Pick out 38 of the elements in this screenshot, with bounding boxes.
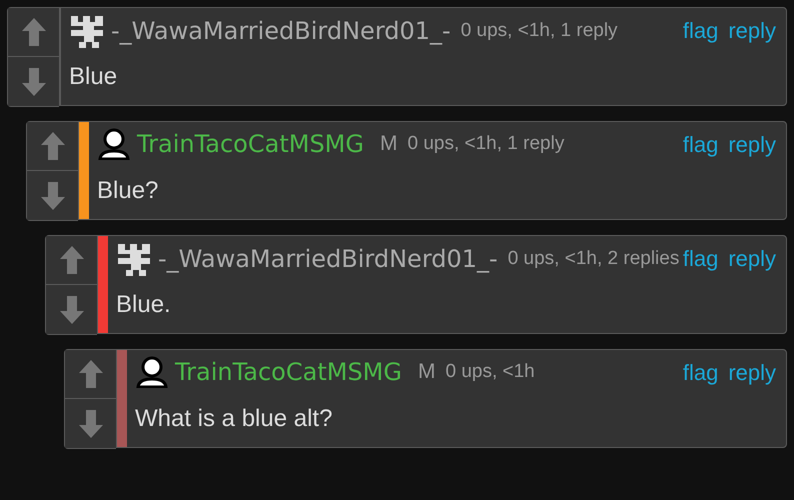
comment-meta: 0 ups, <1h, 1 reply [407,133,564,155]
mod-label: M [418,360,436,384]
comment-meta: 0 ups, <1h, 1 reply [460,20,618,42]
flag-link[interactable]: flag [682,246,718,272]
user-avatar-icon [97,128,131,160]
arrow-down-icon [20,66,46,96]
upvote-button[interactable] [8,8,59,57]
reply-link[interactable]: reply [728,132,776,158]
upvote-button[interactable] [65,350,116,399]
flag-link[interactable]: flag [682,132,718,158]
pattern-avatar-icon [116,242,152,276]
arrow-down-icon [58,294,84,324]
username-link[interactable]: -_WawaMarriedBirdNerd01_- [111,17,451,45]
comment-meta: 0 ups, <1h, 2 replies [508,248,680,270]
arrow-up-icon [20,17,46,47]
upvote-button[interactable] [27,122,78,171]
reply-link[interactable]: reply [728,360,776,386]
arrow-down-icon [78,408,104,438]
comment-text: Blue. [116,291,172,320]
upvote-button[interactable] [46,236,97,285]
arrow-up-icon [78,359,104,389]
flag-link[interactable]: flag [682,360,718,386]
reply-link[interactable]: reply [728,246,776,272]
username-link[interactable]: TrainTacoCatMSMG [137,130,364,158]
reply-link[interactable]: reply [728,18,776,44]
arrow-up-icon [40,131,66,161]
comment-text: What is a blue alt? [135,405,334,434]
comment-text: Blue? [97,177,160,206]
flag-link[interactable]: flag [682,18,718,44]
mod-label: M [380,132,398,156]
username-link[interactable]: -_WawaMarriedBirdNerd01_- [158,245,498,273]
username-link[interactable]: TrainTacoCatMSMG [175,358,402,386]
arrow-up-icon [58,245,84,275]
comment-meta: 0 ups, <1h [445,361,535,383]
user-avatar-icon [135,356,169,388]
arrow-down-icon [40,180,66,210]
comment-text: Blue [69,63,118,92]
pattern-avatar-icon [69,14,105,48]
